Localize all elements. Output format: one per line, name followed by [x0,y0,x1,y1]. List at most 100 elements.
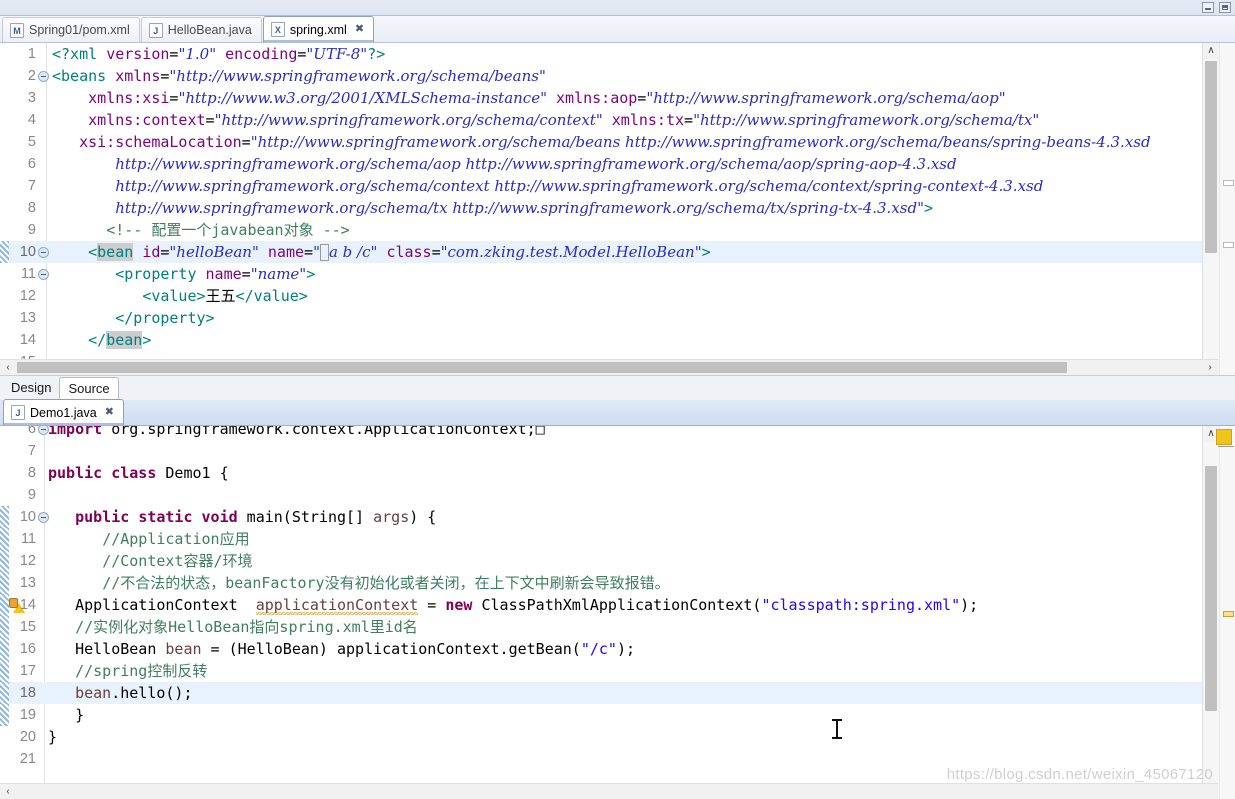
code-token: "http://www.springframework.org/schema/b… [250,133,1151,151]
xml-vertical-scrollbar[interactable]: ∧ ∨ [1202,43,1219,375]
xml-line-number: 13 [19,310,36,326]
java-scroll-thumb[interactable] [1205,466,1217,711]
java-line[interactable]: 13 //不合法的状态，beanFactory没有初始化或者关闭，在上下文中刷新… [0,572,1235,594]
java-line[interactable]: 7 [0,440,1235,462]
xml-line[interactable]: 3 xmlns:xsi = "http://www.w3.org/2001/XMLS… [0,87,1235,109]
java-file-icon: J [148,22,163,38]
java-line[interactable]: 8 public class Demo1 { [0,462,1235,484]
xml-line[interactable]: 9 <!-- 配置一个javabean对象 --> [0,219,1235,241]
xml-line[interactable]: 4 xmlns:context="http://www.springframew… [0,109,1235,131]
java-editor-tab-0[interactable]: J Demo1.java ✖ [3,399,124,425]
code-token: xmlns [115,67,161,85]
java-line[interactable]: 15 //实例化对象HelloBean指向spring.xml里id名 [0,616,1235,638]
xml-line[interactable]: 14 </bean> [0,329,1235,351]
java-line[interactable]: 16 HelloBean bean = (HelloBean) applicat… [0,638,1235,660]
java-line-code: //spring控制反转 [48,660,1235,682]
code-token: .hello(); [111,684,193,702]
code-token: > [701,243,711,261]
xml-overview-ruler[interactable] [1219,43,1235,375]
xml-line[interactable]: 5 xsi:schemaLocation="http://www.springf… [0,131,1235,153]
xml-source-pane[interactable]: 1 <?xml version="1.0" encoding="UTF-8"?> 2… [0,43,1235,375]
java-scroll-left-arrow[interactable]: ‹ [0,784,16,799]
close-icon[interactable]: ✖ [105,407,114,418]
java-line[interactable]: 18 bean.hello(); [0,682,1235,704]
code-token: "UTF-8" [306,45,368,63]
code-token: = (HelloBean) applicationContext.getBean… [201,640,581,658]
java-line[interactable]: 10 public static void main(String[] args… [0,506,1235,528]
java-line-number: 10 [19,509,36,525]
java-overview-warning-marker[interactable] [1223,611,1234,617]
xml-line[interactable]: 12 <value>王五</value> [0,285,1235,307]
java-line[interactable]: 17 //spring控制反转 [0,660,1235,682]
xml-scroll-up-arrow[interactable]: ∧ [1203,43,1219,59]
java-line[interactable]: 6 import org.springframework.context.Appl… [0,426,1235,440]
java-line[interactable]: 12 //Context容器/环境 [0,550,1235,572]
java-line[interactable]: 11 //Application应用 [0,528,1235,550]
java-line-code: public static void main(String[] args) { [48,506,1235,528]
java-line[interactable]: 14 ApplicationContext applicationContext… [0,594,1235,616]
code-token: > [306,265,316,283]
xml-line[interactable]: 6 http://www.springframework.org/schema/… [0,153,1235,175]
code-token: xmlns:tx [611,111,685,129]
java-line[interactable]: 20} [0,726,1235,748]
code-token: "http://www.springframework.org/schema/a… [646,89,1006,107]
xml-line-code: <?xml version="1.0" encoding="UTF-8"?> [52,43,1235,65]
xml-line-code: <bean id="helloBean" name=" a b /c" class… [52,241,1235,263]
java-line-number: 21 [19,751,36,767]
java-source-pane[interactable]: 6 import org.springframework.context.Appl… [0,426,1235,799]
xml-line-number: 9 [27,222,36,238]
maximize-button[interactable] [1219,2,1231,13]
xml-editor-tab-0[interactable]: M Spring01/pom.xml [2,17,140,42]
xml-editor-part: M Spring01/pom.xml J HelloBean.java Xspring.… [0,16,1235,402]
xml-scroll-right-arrow[interactable]: › [1202,360,1218,375]
code-token: xmlns:aop [556,89,638,107]
xml-design-tab[interactable]: Design [3,377,59,399]
fold-collapse-icon[interactable] [38,247,49,258]
xml-scroll-left-arrow[interactable]: ‹ [0,360,16,375]
xml-line[interactable]: 7 http://www.springframework.org/schema/… [0,175,1235,197]
xml-line[interactable]: 1 <?xml version="1.0" encoding="UTF-8"?> [0,43,1235,65]
xml-line-code: <!-- 配置一个javabean对象 --> [52,219,1235,241]
fold-collapse-icon[interactable] [38,71,49,82]
fold-collapse-icon[interactable] [38,269,49,280]
java-line[interactable]: 9 [0,484,1235,506]
java-horizontal-scrollbar[interactable]: ‹ [0,783,1218,799]
xml-overview-marker[interactable] [1223,180,1234,186]
xml-hscroll-thumb[interactable] [17,362,1067,373]
java-code-lines[interactable]: 6 import org.springframework.context.Appl… [0,426,1235,799]
xml-line[interactable]: 11 <property name="name"> [0,263,1235,285]
java-line-code: } [48,704,1235,726]
xml-line[interactable]: 10 <bean id="helloBean" name=" a b /c" cl… [0,241,1235,263]
xml-overview-marker[interactable] [1223,242,1234,248]
close-icon[interactable]: ✖ [355,24,364,35]
java-warning-summary-icon[interactable] [1216,429,1232,445]
xml-line[interactable]: 2 <beans xmlns="http://www.springframewor… [0,65,1235,87]
matching-tag-highlight: bean [106,331,143,349]
xml-horizontal-scrollbar[interactable]: ‹ › [0,359,1218,375]
java-line-number: 6 [27,426,36,437]
java-line-number: 19 [19,707,36,723]
xml-line[interactable]: 13 </property> [0,307,1235,329]
xml-editor-tab-1[interactable]: J HelloBean.java [140,17,262,42]
code-token: □ [535,426,545,438]
xml-source-tab[interactable]: Source [59,376,119,402]
code-token: "com.zking.test.Model.HelloBean" [440,243,702,261]
xml-line-number: 3 [27,90,36,106]
xml-editor-tab-label: Spring01/pom.xml [29,23,130,37]
code-token: public [48,464,103,482]
java-overview-ruler[interactable] [1216,426,1235,799]
xml-scroll-thumb[interactable] [1205,61,1217,253]
minimize-button[interactable] [1202,2,1214,13]
xml-code-lines[interactable]: 1 <?xml version="1.0" encoding="UTF-8"?> 2… [0,43,1235,375]
java-line[interactable]: 19 } [0,704,1235,726]
code-token: <value> [142,287,206,305]
xml-editor-tab-2[interactable]: Xspring.xml ✖ [262,16,375,42]
java-vertical-scrollbar[interactable]: ∧ [1202,426,1219,799]
java-line-code: //Context容器/环境 [48,550,1235,572]
xml-line[interactable]: 8 http://www.springframework.org/schema/… [0,197,1235,219]
